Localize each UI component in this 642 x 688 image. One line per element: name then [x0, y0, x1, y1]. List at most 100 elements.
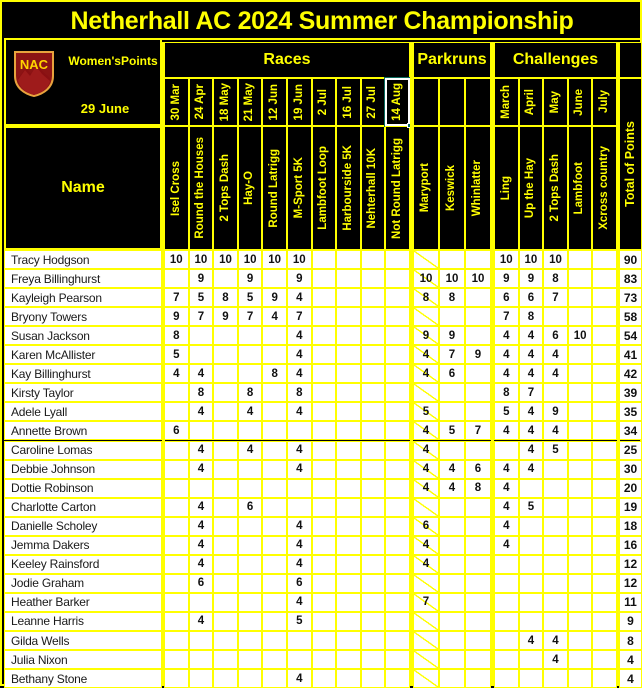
- challenge-score-cell[interactable]: [592, 402, 617, 422]
- race-score-cell[interactable]: [385, 269, 410, 289]
- parkrun-score-cell[interactable]: [465, 535, 491, 555]
- race-score-cell[interactable]: 7: [164, 288, 189, 308]
- challenge-score-cell[interactable]: [518, 554, 544, 574]
- race-score-cell[interactable]: [311, 383, 337, 403]
- challenge-score-cell[interactable]: 4: [494, 516, 519, 536]
- total-points-cell[interactable]: 35: [619, 402, 642, 422]
- race-score-cell[interactable]: 4: [287, 288, 312, 308]
- race-score-cell[interactable]: [336, 288, 361, 308]
- challenge-score-cell[interactable]: [494, 592, 519, 612]
- challenge-score-cell[interactable]: [494, 669, 519, 688]
- challenge-score-cell[interactable]: [518, 669, 544, 688]
- race-score-cell[interactable]: [237, 650, 263, 670]
- race-score-cell[interactable]: [237, 573, 263, 593]
- total-points-cell[interactable]: 9: [619, 611, 642, 631]
- race-score-cell[interactable]: [336, 326, 361, 346]
- total-points-cell[interactable]: 19: [619, 497, 642, 517]
- race-score-cell[interactable]: [336, 345, 361, 365]
- race-score-cell[interactable]: [336, 250, 361, 270]
- challenge-score-cell[interactable]: [543, 383, 568, 403]
- race-score-cell[interactable]: [311, 669, 337, 688]
- challenge-score-cell[interactable]: [494, 650, 519, 670]
- race-score-cell[interactable]: 8: [287, 383, 312, 403]
- challenge-score-cell[interactable]: 4: [543, 364, 568, 384]
- race-score-cell[interactable]: [237, 554, 263, 574]
- total-points-cell[interactable]: 16: [619, 535, 642, 555]
- race-score-cell[interactable]: 8: [188, 383, 214, 403]
- athlete-name-cell[interactable]: Freya Billinghurst: [4, 269, 162, 289]
- race-score-cell[interactable]: [385, 459, 410, 479]
- race-score-cell[interactable]: 4: [287, 592, 312, 612]
- race-score-cell[interactable]: [336, 478, 361, 498]
- parkrun-score-cell[interactable]: [439, 516, 465, 536]
- parkrun-score-cell[interactable]: 6: [413, 516, 439, 536]
- athlete-name-cell[interactable]: Debbie Johnson: [4, 459, 162, 479]
- race-score-cell[interactable]: [385, 307, 410, 327]
- parkrun-score-cell[interactable]: 7: [465, 421, 491, 441]
- parkrun-score-cell[interactable]: [465, 631, 491, 651]
- parkrun-score-cell[interactable]: [439, 440, 465, 460]
- race-score-cell[interactable]: [188, 345, 214, 365]
- parkrun-score-cell[interactable]: [413, 611, 439, 631]
- race-score-cell[interactable]: 6: [237, 497, 263, 517]
- challenge-score-cell[interactable]: [543, 497, 568, 517]
- athlete-name-cell[interactable]: Annette Brown: [4, 421, 162, 441]
- parkrun-score-cell[interactable]: [439, 250, 465, 270]
- challenge-month-header-1[interactable]: April: [518, 78, 544, 126]
- challenge-score-cell[interactable]: [518, 573, 544, 593]
- race-date-header-1[interactable]: 24 Apr: [188, 78, 214, 126]
- parkrun-score-cell[interactable]: [465, 650, 491, 670]
- race-score-cell[interactable]: [188, 478, 214, 498]
- parkrun-score-cell[interactable]: 4: [413, 554, 439, 574]
- challenge-month-header-2[interactable]: May: [543, 78, 568, 126]
- challenge-score-cell[interactable]: 5: [543, 440, 568, 460]
- race-score-cell[interactable]: [164, 383, 189, 403]
- race-score-cell[interactable]: 9: [262, 288, 287, 308]
- challenge-score-cell[interactable]: [592, 631, 617, 651]
- parkrun-date-header-0[interactable]: [413, 78, 439, 126]
- race-score-cell[interactable]: 4: [287, 440, 312, 460]
- race-score-cell[interactable]: [164, 478, 189, 498]
- race-score-cell[interactable]: 8: [262, 364, 287, 384]
- race-score-cell[interactable]: [360, 535, 386, 555]
- race-score-cell[interactable]: [237, 459, 263, 479]
- race-score-cell[interactable]: 6: [287, 573, 312, 593]
- race-score-cell[interactable]: 10: [164, 250, 189, 270]
- race-score-cell[interactable]: [213, 650, 238, 670]
- race-score-cell[interactable]: 8: [237, 383, 263, 403]
- race-name-header-6[interactable]: Lambfoot Loop: [311, 126, 337, 250]
- race-score-cell[interactable]: [262, 421, 287, 441]
- race-score-cell[interactable]: [385, 288, 410, 308]
- race-score-cell[interactable]: [237, 326, 263, 346]
- race-score-cell[interactable]: [360, 573, 386, 593]
- race-score-cell[interactable]: [287, 631, 312, 651]
- race-score-cell[interactable]: [262, 516, 287, 536]
- parkrun-score-cell[interactable]: 10: [465, 269, 491, 289]
- race-score-cell[interactable]: 4: [188, 611, 214, 631]
- athlete-name-cell[interactable]: Kayleigh Pearson: [4, 288, 162, 308]
- parkrun-score-cell[interactable]: [465, 554, 491, 574]
- challenge-score-cell[interactable]: [494, 611, 519, 631]
- race-score-cell[interactable]: 5: [237, 288, 263, 308]
- total-points-cell[interactable]: 4: [619, 650, 642, 670]
- race-score-cell[interactable]: [360, 269, 386, 289]
- race-score-cell[interactable]: [164, 669, 189, 688]
- race-score-cell[interactable]: [237, 631, 263, 651]
- challenge-score-cell[interactable]: [592, 345, 617, 365]
- parkrun-score-cell[interactable]: 4: [439, 478, 465, 498]
- parkrun-score-cell[interactable]: 4: [413, 345, 439, 365]
- race-score-cell[interactable]: 4: [287, 554, 312, 574]
- race-score-cell[interactable]: [164, 592, 189, 612]
- race-score-cell[interactable]: [164, 631, 189, 651]
- parkrun-score-cell[interactable]: [439, 631, 465, 651]
- race-score-cell[interactable]: [385, 402, 410, 422]
- race-score-cell[interactable]: [262, 440, 287, 460]
- challenge-score-cell[interactable]: 9: [518, 269, 544, 289]
- race-score-cell[interactable]: [360, 440, 386, 460]
- race-date-header-5[interactable]: 19 Jun: [287, 78, 312, 126]
- total-points-cell[interactable]: 18: [619, 516, 642, 536]
- race-score-cell[interactable]: [262, 459, 287, 479]
- race-score-cell[interactable]: [385, 421, 410, 441]
- race-score-cell[interactable]: [336, 592, 361, 612]
- challenge-score-cell[interactable]: [567, 421, 593, 441]
